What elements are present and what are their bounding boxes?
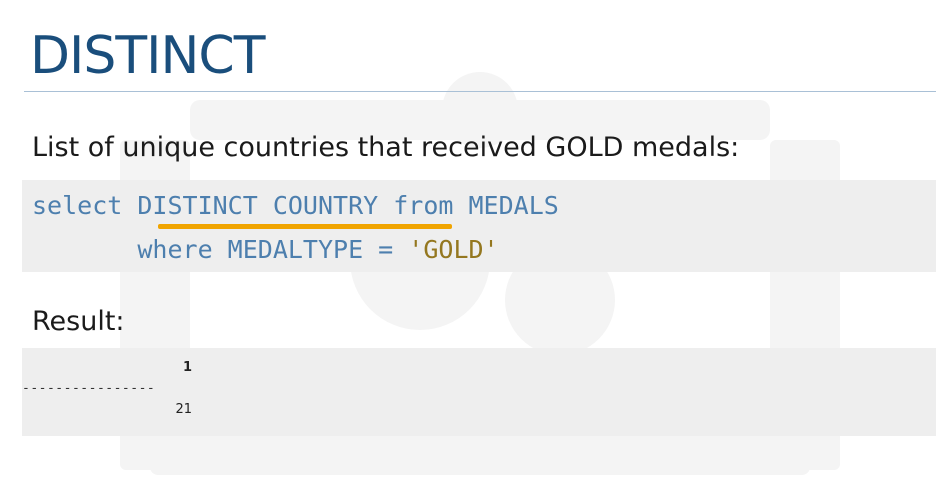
sql-where-clause: where MEDALTYPE = xyxy=(137,235,409,264)
result-label: Result: xyxy=(32,306,125,337)
slide-title: DISTINCT xyxy=(30,26,265,86)
sql-distinct-clause: DISTINCT COUNTRY xyxy=(137,191,379,220)
result-column-header: 1 xyxy=(182,360,192,375)
title-divider xyxy=(24,91,936,92)
sql-from-clause: from MEDALS xyxy=(378,191,559,220)
sql-line-1: select DISTINCT COUNTRY from MEDALS xyxy=(32,193,559,218)
sql-indent xyxy=(32,235,137,264)
distinct-highlight-underline xyxy=(158,224,452,229)
result-separator: ---------------- xyxy=(22,381,156,396)
slide-subtitle: List of unique countries that received G… xyxy=(32,132,740,163)
sql-line-2: where MEDALTYPE = 'GOLD' xyxy=(32,235,499,264)
result-value: 21 xyxy=(175,402,192,417)
sql-select-keyword: select xyxy=(32,191,138,220)
sql-string-literal: 'GOLD' xyxy=(408,235,499,264)
